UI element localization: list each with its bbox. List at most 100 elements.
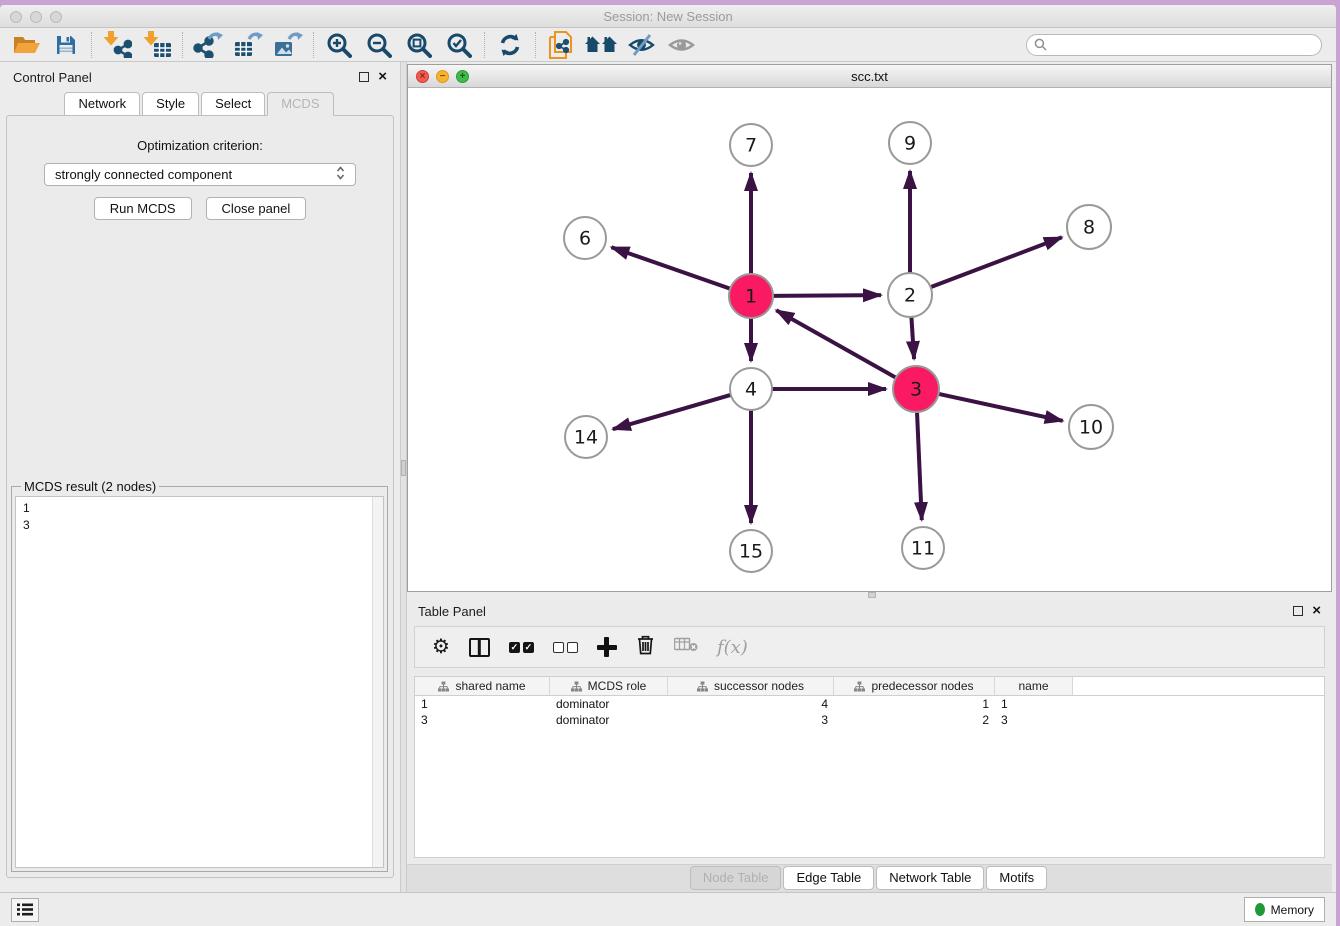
add-column-icon[interactable]	[597, 637, 617, 657]
graph-node-label-15: 15	[739, 541, 763, 563]
select-stepper-icon	[336, 165, 345, 184]
hierarchy-icon	[571, 681, 582, 692]
tab-edge-table[interactable]: Edge Table	[783, 866, 874, 890]
column-header-mcds-role[interactable]: MCDS role	[550, 677, 668, 695]
network-minimize-button[interactable]: −	[436, 70, 449, 83]
export-image-icon	[273, 31, 303, 58]
result-item: 1	[23, 500, 376, 517]
export-image-button[interactable]	[268, 30, 308, 60]
column-header-name[interactable]: name	[995, 677, 1073, 695]
control-panel: Control Panel × Network Style Select MCD…	[0, 62, 400, 892]
tab-motifs[interactable]: Motifs	[986, 866, 1047, 890]
divider-handle[interactable]	[401, 460, 406, 476]
tab-network[interactable]: Network	[64, 92, 140, 116]
zoom-selected-icon	[446, 32, 472, 58]
criterion-value: strongly connected component	[55, 167, 232, 182]
close-window-button[interactable]	[10, 11, 22, 23]
graph-node-label-8: 8	[1083, 217, 1095, 239]
save-floppy-icon	[55, 34, 77, 56]
refresh-network-button[interactable]	[490, 30, 530, 60]
graph-edge-3-10[interactable]	[937, 393, 1063, 420]
graph-node-label-14: 14	[574, 427, 598, 449]
trash-icon[interactable]	[636, 634, 655, 660]
panel-divider[interactable]	[400, 62, 407, 892]
import-table-icon	[143, 31, 172, 58]
network-graph[interactable]: 7968124314101511	[408, 88, 1331, 591]
eye-button[interactable]	[661, 30, 701, 60]
memory-button[interactable]: Memory	[1244, 897, 1325, 922]
result-scrollbar[interactable]	[372, 497, 383, 867]
mcds-result-list[interactable]: 1 3	[15, 496, 384, 868]
table-header-row: shared name MCDS role successor nodes	[415, 677, 1324, 696]
graph-edge-2-3[interactable]	[911, 315, 914, 359]
graph-edge-3-1[interactable]	[776, 310, 897, 378]
deselect-all-columns-icon[interactable]	[553, 642, 578, 653]
float-table-panel-icon[interactable]	[1293, 606, 1303, 616]
hierarchy-icon	[697, 681, 708, 692]
main-toolbar	[0, 28, 1336, 62]
graph-node-label-4: 4	[745, 379, 757, 401]
tab-select[interactable]: Select	[201, 92, 265, 116]
graph-edge-1-2[interactable]	[771, 295, 881, 296]
column-header-successor-nodes[interactable]: successor nodes	[668, 677, 834, 695]
save-session-button[interactable]	[46, 30, 86, 60]
graph-edge-1-6[interactable]	[611, 247, 732, 289]
graph-edge-4-14[interactable]	[613, 394, 733, 429]
split-pane-icon[interactable]	[469, 638, 490, 657]
houses-button[interactable]	[581, 30, 621, 60]
zoom-selected-button[interactable]	[439, 30, 479, 60]
network-window-title: scc.txt	[851, 69, 888, 84]
zoom-fit-button[interactable]	[399, 30, 439, 60]
import-table-button[interactable]	[137, 30, 177, 60]
tab-style[interactable]: Style	[142, 92, 199, 116]
task-history-button[interactable]	[11, 898, 39, 922]
export-network-button[interactable]	[188, 30, 228, 60]
import-network-button[interactable]	[97, 30, 137, 60]
run-mcds-button[interactable]: Run MCDS	[94, 197, 192, 220]
delete-table-icon	[674, 637, 698, 657]
window-traffic-lights[interactable]	[10, 11, 62, 23]
search-field[interactable]	[1026, 34, 1322, 56]
mcds-result-group: MCDS result (2 nodes) 1 3	[11, 486, 388, 872]
toolbar-separator	[484, 32, 485, 58]
toolbar-separator	[91, 32, 92, 58]
network-canvas[interactable]: 7968124314101511	[408, 88, 1331, 591]
graph-node-label-7: 7	[745, 135, 757, 157]
close-panel-button[interactable]: Close panel	[206, 197, 307, 220]
graph-node-label-2: 2	[904, 285, 916, 307]
network-zoom-button[interactable]: +	[456, 70, 469, 83]
search-input[interactable]	[1052, 38, 1314, 52]
minimize-window-button[interactable]	[30, 11, 42, 23]
network-from-document-button[interactable]	[541, 30, 581, 60]
zoom-in-icon	[326, 32, 352, 58]
node-table[interactable]: shared name MCDS role successor nodes	[414, 676, 1325, 858]
float-panel-icon[interactable]	[359, 72, 369, 82]
network-close-button[interactable]: ×	[416, 70, 429, 83]
tab-mcds[interactable]: MCDS	[267, 92, 333, 116]
mcds-panel: Optimization criterion: strongly connect…	[6, 115, 394, 878]
graph-edge-2-8[interactable]	[929, 237, 1062, 288]
criterion-select[interactable]: strongly connected component	[44, 163, 356, 186]
export-table-button[interactable]	[228, 30, 268, 60]
column-header-predecessor-nodes[interactable]: predecessor nodes	[834, 677, 995, 695]
graph-edge-3-11[interactable]	[917, 410, 922, 520]
graph-node-label-10: 10	[1079, 417, 1103, 439]
gear-icon[interactable]: ⚙	[432, 637, 450, 657]
close-table-panel-icon[interactable]: ×	[1312, 606, 1321, 616]
memory-status-icon	[1255, 903, 1265, 916]
table-panel-title: Table Panel	[418, 604, 486, 619]
zoom-window-button[interactable]	[50, 11, 62, 23]
zoom-out-button[interactable]	[359, 30, 399, 60]
tab-network-table[interactable]: Network Table	[876, 866, 984, 890]
table-row[interactable]: 1 dominator 4 1 1	[415, 696, 1324, 712]
table-row[interactable]: 3 dominator 3 2 3	[415, 712, 1324, 728]
column-header-shared-name[interactable]: shared name	[415, 677, 550, 695]
open-session-button[interactable]	[6, 30, 46, 60]
memory-label: Memory	[1271, 903, 1314, 917]
tab-node-table[interactable]: Node Table	[690, 866, 782, 890]
zoom-in-button[interactable]	[319, 30, 359, 60]
eye-slash-button[interactable]	[621, 30, 661, 60]
close-panel-icon[interactable]: ×	[378, 72, 387, 82]
status-bar: Memory	[0, 892, 1336, 926]
select-all-columns-icon[interactable]: ✓✓	[509, 642, 534, 653]
